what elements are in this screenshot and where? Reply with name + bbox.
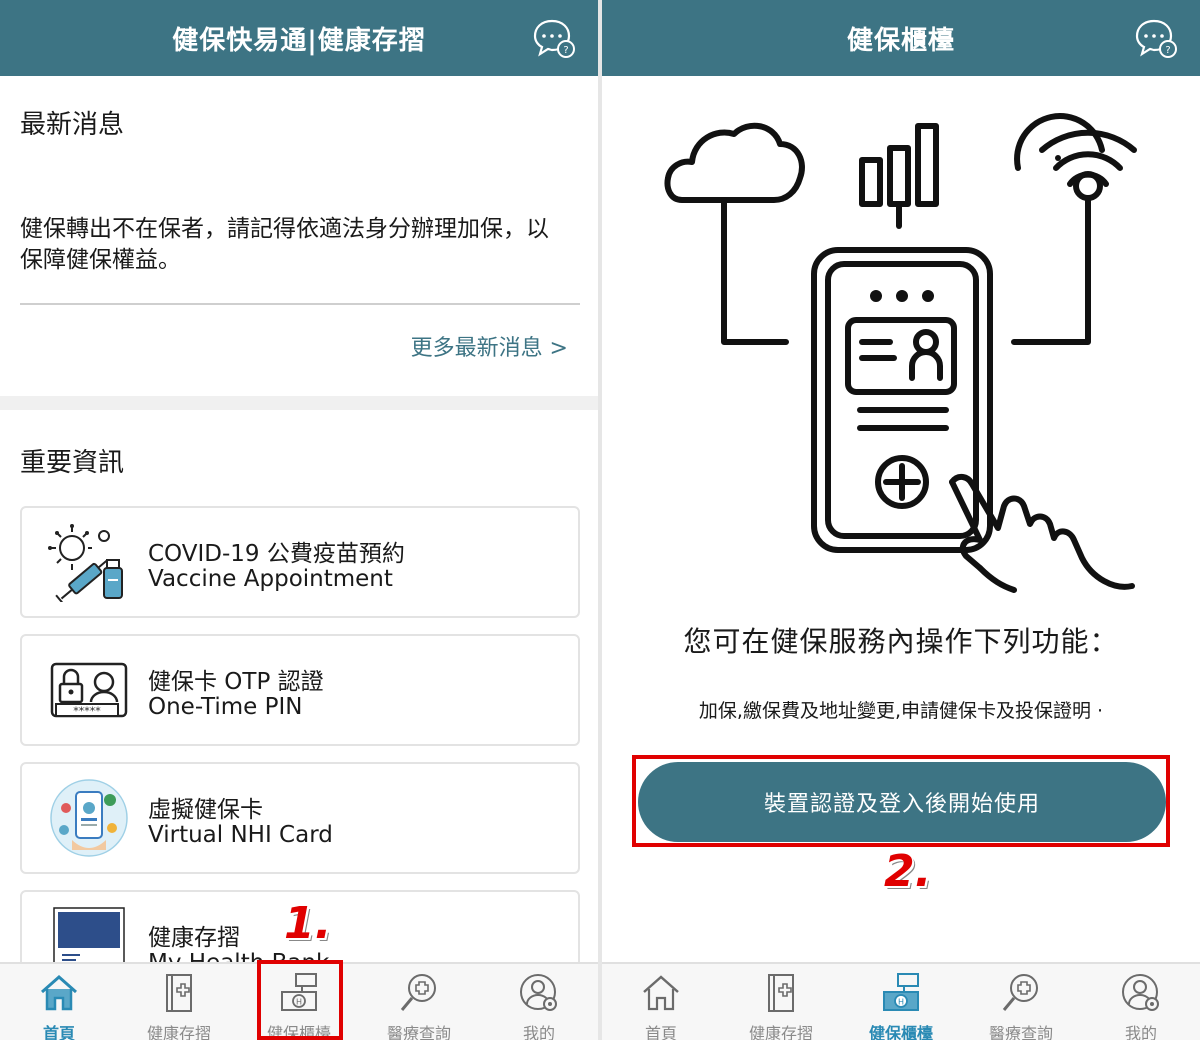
highlight-box-counter-tab (257, 960, 343, 1040)
tab-label: 我的 (1124, 1024, 1157, 1040)
counter-screen: 健保櫃檯 ? 您可在健保服務內操作下列功能： 加保,繳保費及地址變更,申請健保卡… (602, 0, 1200, 1040)
otp-lock-icon: ***** (50, 662, 128, 718)
card-title-zh: 健康存摺 (148, 925, 240, 951)
card-title-en: One-Time PIN (148, 694, 303, 720)
tab-health-book[interactable]: 健康存摺 (722, 964, 840, 1040)
card-title-en: Virtual NHI Card (148, 822, 333, 848)
tab-label: 醫療查詢 (386, 1024, 451, 1040)
card-title-zh: 健保卡 OTP 認證 (148, 669, 324, 695)
virtual-card-icon (50, 779, 128, 857)
app-header: 健保櫃檯 ? (602, 0, 1200, 76)
customer-service-chat-icon[interactable]: ? (532, 18, 576, 60)
tab-label: 醫療查詢 (988, 1024, 1053, 1040)
user-settings-icon (520, 974, 557, 1011)
section-separator (0, 396, 598, 410)
tab-health-book[interactable]: 健康存摺 (120, 964, 238, 1040)
otp-card[interactable]: ***** 健保卡 OTP 認證 One-Time PIN (20, 634, 580, 746)
step-annotation-1: 1. (284, 898, 332, 949)
card-title-zh: COVID-19 公費疫苗預約 (148, 541, 405, 567)
tab-medical-search[interactable]: 醫療查詢 (962, 964, 1080, 1040)
function-description: 加保,繳保費及地址變更,申請健保卡及投保證明 · (698, 700, 1104, 722)
tab-home[interactable]: 首頁 (602, 964, 720, 1040)
svg-text:*****: ***** (73, 705, 101, 718)
bottom-tab-bar: 首頁 健康存摺 H 健保櫃檯 醫療查詢 我的 (602, 962, 1200, 1040)
home-screen: 健保快易通|健康存摺 ? 最新消息 健保轉出不在保者，請記得依適法身分辦理加保，… (0, 0, 598, 1040)
tab-label: 首頁 (644, 1024, 677, 1040)
svg-text:?: ? (1165, 45, 1170, 56)
highlight-box-start-button (632, 755, 1170, 847)
user-settings-icon (1122, 974, 1159, 1011)
tab-my[interactable]: 我的 (480, 964, 598, 1040)
home-icon (41, 974, 77, 1011)
svg-text:H: H (898, 998, 904, 1007)
health-book-icon (768, 974, 794, 1012)
tab-counter[interactable]: H 健保櫃檯 (842, 964, 960, 1040)
counter-icon: H (883, 973, 919, 1011)
tab-home[interactable]: 首頁 (0, 964, 118, 1040)
svg-text:?: ? (563, 45, 568, 56)
more-news-link[interactable]: 更多最新消息 > (411, 330, 568, 362)
step-annotation-2: 2. (884, 846, 932, 897)
mobile-service-illustration (664, 113, 1137, 593)
vaccine-icon (48, 524, 123, 602)
tab-label: 健康存摺 (748, 1024, 813, 1040)
health-book-icon (166, 974, 192, 1012)
function-title: 您可在健保服務內操作下列功能： (683, 625, 1119, 658)
news-section-title: 最新消息 (20, 110, 125, 140)
medical-search-icon (1002, 974, 1038, 1011)
news-divider (20, 303, 580, 305)
news-item[interactable]: 健保轉出不在保者，請記得依適法身分辦理加保，以保障健保權益。 (20, 214, 560, 276)
header-title: 健保快易通|健康存摺 (172, 25, 426, 56)
home-icon (643, 975, 679, 1011)
tab-my[interactable]: 我的 (1082, 964, 1200, 1040)
important-section-title: 重要資訊 (20, 448, 125, 478)
vaccine-appointment-card[interactable]: COVID-19 公費疫苗預約 Vaccine Appointment (20, 506, 580, 618)
card-title-en: Vaccine Appointment (148, 566, 393, 592)
tab-label: 健保櫃檯 (868, 1024, 933, 1040)
app-header: 健保快易通|健康存摺 ? (0, 0, 598, 76)
card-title-zh: 虛擬健保卡 (148, 797, 263, 823)
tab-label: 健康存摺 (146, 1024, 211, 1040)
tab-medical-search[interactable]: 醫療查詢 (360, 964, 478, 1040)
tab-label: 我的 (522, 1024, 555, 1040)
medical-search-icon (400, 974, 436, 1011)
tab-label: 首頁 (42, 1024, 75, 1040)
header-title: 健保櫃檯 (846, 25, 955, 56)
virtual-nhi-card[interactable]: 虛擬健保卡 Virtual NHI Card (20, 762, 580, 874)
customer-service-chat-icon[interactable]: ? (1134, 18, 1178, 60)
